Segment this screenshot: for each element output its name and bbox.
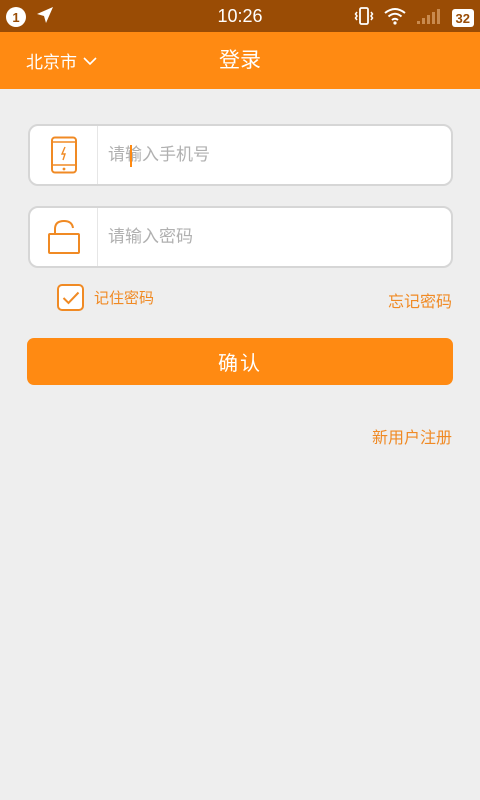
register-link[interactable]: 新用户注册 [372, 424, 452, 448]
login-screen: 1 10:26 32 北京市 登录 请输入手机号 记住密码 忘记密码 确认 新用… [0, 0, 480, 800]
lock-icon [30, 208, 98, 266]
checkmark-icon [62, 291, 79, 304]
wifi-icon [383, 7, 406, 29]
remember-password-toggle[interactable]: 记住密码 [57, 284, 154, 311]
app-header: 北京市 登录 [0, 32, 480, 89]
phone-field[interactable] [28, 124, 453, 186]
status-right-group: 32 [354, 6, 474, 30]
phone-input[interactable] [98, 126, 451, 184]
battery-icon: 32 [451, 9, 474, 27]
chevron-down-icon [83, 51, 97, 71]
phone-icon [30, 126, 98, 184]
confirm-button[interactable]: 确认 [27, 338, 453, 385]
password-field[interactable] [28, 206, 453, 268]
city-label: 北京市 [26, 53, 77, 73]
remember-password-label: 记住密码 [94, 289, 155, 307]
remember-checkbox[interactable] [57, 284, 84, 311]
password-input[interactable] [98, 208, 451, 266]
status-bar: 1 10:26 32 [0, 0, 480, 32]
city-selector[interactable]: 北京市 [26, 32, 97, 89]
text-caret [130, 145, 132, 167]
signal-icon [416, 7, 442, 29]
forgot-password-link[interactable]: 忘记密码 [388, 288, 452, 312]
vibrate-icon [354, 6, 374, 30]
